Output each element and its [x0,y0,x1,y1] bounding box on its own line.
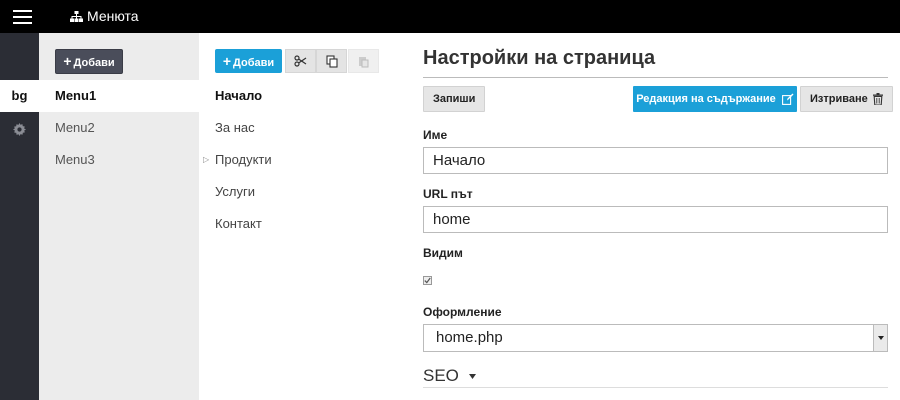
page-item[interactable]: Начало [199,80,390,112]
menu-item[interactable]: Menu3 [39,144,199,176]
paste-icon [359,56,369,67]
top-title: Менюта [70,0,139,33]
url-label: URL път [423,187,473,201]
menu-list: Menu1 Menu2 Menu3 [39,80,199,176]
hamburger-icon[interactable] [13,10,32,24]
checkmark-icon [424,277,431,284]
name-input[interactable] [423,147,888,174]
seo-divider [423,387,888,388]
delete-button[interactable]: Изтриване [800,86,893,112]
page-title: Настройки на страница [423,47,656,69]
top-bar: Менюта [0,0,900,33]
gear-icon[interactable] [13,123,26,136]
visible-label: Видим [423,246,463,260]
page-item-label: Начало [215,88,263,103]
chevron-down-icon[interactable] [873,325,887,351]
paste-button[interactable] [348,49,379,73]
plus-icon: + [63,53,72,69]
copy-button[interactable] [316,49,347,73]
page-item[interactable]: За нас [199,112,390,144]
add-menu-label: Добави [73,57,115,69]
save-label: Запиши [433,93,476,105]
copy-icon [325,54,338,68]
layout-select-value: home.php [436,329,503,346]
menu-item[interactable]: Menu2 [39,112,199,144]
page-settings-panel: Настройки на страница Запиши Редакция на… [390,33,900,400]
scissors-icon [294,55,307,67]
page-item-label: Продукти [215,152,272,167]
menus-column: + Добави Menu1 Menu2 Menu3 [39,33,199,400]
layout-select[interactable]: home.php [423,324,888,352]
name-label: Име [423,128,448,142]
layout-label: Оформление [423,305,502,319]
title-divider [423,77,888,78]
page-item[interactable]: ▷ Продукти [199,144,390,176]
edit-content-label: Редакция на съдържание [636,93,776,105]
edit-content-button[interactable]: Редакция на съдържание [633,86,797,112]
page-item-label: За нас [215,120,255,135]
add-page-label: Добави [233,57,275,69]
seo-toggle[interactable]: SEO [423,366,476,386]
visible-checkbox[interactable] [423,276,432,285]
page-item[interactable]: Услуги [199,176,390,208]
plus-icon: + [222,53,232,69]
add-menu-button[interactable]: + Добави [55,49,123,74]
seo-label: SEO [423,366,459,385]
top-title-label: Менюта [87,8,139,24]
url-input[interactable] [423,206,888,233]
caret-right-icon[interactable]: ▷ [203,144,209,176]
menu-item[interactable]: Menu1 [39,80,199,112]
edit-icon [781,93,794,105]
pages-list: Начало За нас ▷ Продукти Услуги Контакт [199,80,390,240]
language-strip: bg [0,33,39,400]
caret-down-icon [468,373,476,379]
page-item-label: Услуги [215,184,255,199]
page-item-label: Контакт [215,216,262,231]
page-item[interactable]: Контакт [199,208,390,240]
language-bg[interactable]: bg [0,80,39,112]
trash-icon [872,93,883,105]
pages-column: + Добави Начало За нас ▷ Продукти Услуги К… [199,33,390,400]
save-button[interactable]: Запиши [423,86,486,112]
cut-button[interactable] [285,49,316,73]
delete-label: Изтриване [810,93,868,105]
sitemap-icon [70,11,83,22]
add-page-button[interactable]: + Добави [215,49,282,73]
